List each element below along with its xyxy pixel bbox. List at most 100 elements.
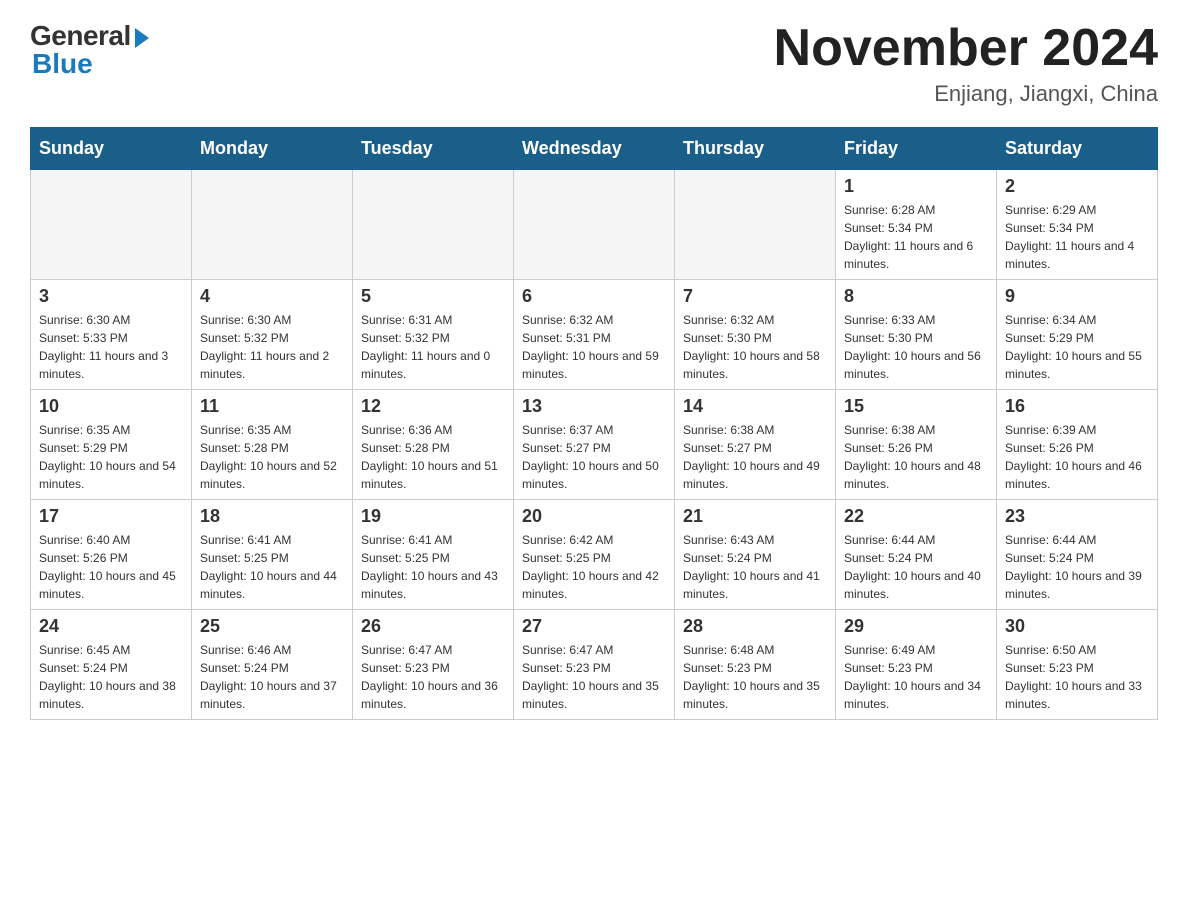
- day-number: 30: [1005, 616, 1149, 637]
- day-info: Sunrise: 6:28 AM Sunset: 5:34 PM Dayligh…: [844, 201, 988, 273]
- calendar-week-1: 1 Sunrise: 6:28 AM Sunset: 5:34 PM Daylig…: [31, 170, 1158, 280]
- day-number: 14: [683, 396, 827, 417]
- calendar-cell: 22Sunrise: 6:44 AM Sunset: 5:24 PM Dayli…: [836, 500, 997, 610]
- calendar-cell: [514, 170, 675, 280]
- day-info: Sunrise: 6:44 AM Sunset: 5:24 PM Dayligh…: [1005, 531, 1149, 603]
- day-number: 25: [200, 616, 344, 637]
- calendar-subtitle: Enjiang, Jiangxi, China: [774, 81, 1158, 107]
- calendar-cell: [353, 170, 514, 280]
- day-info: Sunrise: 6:35 AM Sunset: 5:29 PM Dayligh…: [39, 421, 183, 493]
- day-info: Sunrise: 6:49 AM Sunset: 5:23 PM Dayligh…: [844, 641, 988, 713]
- day-number: 2: [1005, 176, 1149, 197]
- calendar-cell: [192, 170, 353, 280]
- day-number: 18: [200, 506, 344, 527]
- calendar-cell: [31, 170, 192, 280]
- day-info: Sunrise: 6:33 AM Sunset: 5:30 PM Dayligh…: [844, 311, 988, 383]
- day-number: 1: [844, 176, 988, 197]
- calendar-cell: 25 Sunrise: 6:46 AM Sunset: 5:24 PM Dayli…: [192, 610, 353, 720]
- calendar-cell: [675, 170, 836, 280]
- day-number: 4: [200, 286, 344, 307]
- day-number: 26: [361, 616, 505, 637]
- day-info: Sunrise: 6:44 AM Sunset: 5:24 PM Dayligh…: [844, 531, 988, 603]
- logo: General Blue: [30, 20, 149, 80]
- calendar-cell: 15Sunrise: 6:38 AM Sunset: 5:26 PM Dayli…: [836, 390, 997, 500]
- day-number: 3: [39, 286, 183, 307]
- day-number: 27: [522, 616, 666, 637]
- calendar-cell: 6 Sunrise: 6:32 AM Sunset: 5:31 PM Daylig…: [514, 280, 675, 390]
- day-info: Sunrise: 6:46 AM Sunset: 5:24 PM Dayligh…: [200, 641, 344, 713]
- day-info: Sunrise: 6:29 AM Sunset: 5:34 PM Dayligh…: [1005, 201, 1149, 273]
- calendar-week-3: 10 Sunrise: 6:35 AM Sunset: 5:29 PM Dayli…: [31, 390, 1158, 500]
- calendar-cell: 17 Sunrise: 6:40 AM Sunset: 5:26 PM Dayli…: [31, 500, 192, 610]
- calendar-cell: 18 Sunrise: 6:41 AM Sunset: 5:25 PM Dayli…: [192, 500, 353, 610]
- day-info: Sunrise: 6:47 AM Sunset: 5:23 PM Dayligh…: [522, 641, 666, 713]
- day-info: Sunrise: 6:30 AM Sunset: 5:33 PM Dayligh…: [39, 311, 183, 383]
- calendar-cell: 20 Sunrise: 6:42 AM Sunset: 5:25 PM Dayli…: [514, 500, 675, 610]
- day-info: Sunrise: 6:38 AM Sunset: 5:26 PM Dayligh…: [844, 421, 988, 493]
- calendar-week-5: 24 Sunrise: 6:45 AM Sunset: 5:24 PM Dayli…: [31, 610, 1158, 720]
- day-info: Sunrise: 6:40 AM Sunset: 5:26 PM Dayligh…: [39, 531, 183, 603]
- day-info: Sunrise: 6:31 AM Sunset: 5:32 PM Dayligh…: [361, 311, 505, 383]
- calendar-cell: 9 Sunrise: 6:34 AM Sunset: 5:29 PM Daylig…: [997, 280, 1158, 390]
- day-info: Sunrise: 6:42 AM Sunset: 5:25 PM Dayligh…: [522, 531, 666, 603]
- calendar-cell: 19Sunrise: 6:41 AM Sunset: 5:25 PM Dayli…: [353, 500, 514, 610]
- calendar-table: SundayMondayTuesdayWednesdayThursdayFrid…: [30, 127, 1158, 720]
- day-info: Sunrise: 6:36 AM Sunset: 5:28 PM Dayligh…: [361, 421, 505, 493]
- day-info: Sunrise: 6:32 AM Sunset: 5:31 PM Dayligh…: [522, 311, 666, 383]
- day-info: Sunrise: 6:39 AM Sunset: 5:26 PM Dayligh…: [1005, 421, 1149, 493]
- calendar-cell: 14 Sunrise: 6:38 AM Sunset: 5:27 PM Dayli…: [675, 390, 836, 500]
- calendar-cell: 26 Sunrise: 6:47 AM Sunset: 5:23 PM Dayli…: [353, 610, 514, 720]
- day-info: Sunrise: 6:47 AM Sunset: 5:23 PM Dayligh…: [361, 641, 505, 713]
- day-info: Sunrise: 6:38 AM Sunset: 5:27 PM Dayligh…: [683, 421, 827, 493]
- day-number: 12: [361, 396, 505, 417]
- calendar-cell: 23 Sunrise: 6:44 AM Sunset: 5:24 PM Dayli…: [997, 500, 1158, 610]
- day-number: 23: [1005, 506, 1149, 527]
- calendar-title: November 2024: [774, 20, 1158, 77]
- weekday-header-thursday: Thursday: [675, 128, 836, 170]
- calendar-cell: 12 Sunrise: 6:36 AM Sunset: 5:28 PM Dayli…: [353, 390, 514, 500]
- day-info: Sunrise: 6:37 AM Sunset: 5:27 PM Dayligh…: [522, 421, 666, 493]
- weekday-header-monday: Monday: [192, 128, 353, 170]
- day-info: Sunrise: 6:34 AM Sunset: 5:29 PM Dayligh…: [1005, 311, 1149, 383]
- weekday-header-wednesday: Wednesday: [514, 128, 675, 170]
- day-number: 20: [522, 506, 666, 527]
- day-number: 8: [844, 286, 988, 307]
- day-info: Sunrise: 6:32 AM Sunset: 5:30 PM Dayligh…: [683, 311, 827, 383]
- day-info: Sunrise: 6:50 AM Sunset: 5:23 PM Dayligh…: [1005, 641, 1149, 713]
- day-info: Sunrise: 6:35 AM Sunset: 5:28 PM Dayligh…: [200, 421, 344, 493]
- day-number: 5: [361, 286, 505, 307]
- day-number: 10: [39, 396, 183, 417]
- day-number: 28: [683, 616, 827, 637]
- day-info: Sunrise: 6:45 AM Sunset: 5:24 PM Dayligh…: [39, 641, 183, 713]
- day-number: 29: [844, 616, 988, 637]
- weekday-header-friday: Friday: [836, 128, 997, 170]
- day-number: 24: [39, 616, 183, 637]
- calendar-cell: 10 Sunrise: 6:35 AM Sunset: 5:29 PM Dayli…: [31, 390, 192, 500]
- calendar-cell: 21 Sunrise: 6:43 AM Sunset: 5:24 PM Dayli…: [675, 500, 836, 610]
- calendar-cell: 13 Sunrise: 6:37 AM Sunset: 5:27 PM Dayli…: [514, 390, 675, 500]
- weekday-header-tuesday: Tuesday: [353, 128, 514, 170]
- calendar-cell: 29 Sunrise: 6:49 AM Sunset: 5:23 PM Dayli…: [836, 610, 997, 720]
- logo-blue-text: Blue: [32, 48, 93, 80]
- day-info: Sunrise: 6:30 AM Sunset: 5:32 PM Dayligh…: [200, 311, 344, 383]
- day-number: 6: [522, 286, 666, 307]
- day-number: 7: [683, 286, 827, 307]
- logo-arrow-icon: [135, 28, 149, 48]
- day-number: 17: [39, 506, 183, 527]
- day-info: Sunrise: 6:41 AM Sunset: 5:25 PM Dayligh…: [200, 531, 344, 603]
- day-number: 13: [522, 396, 666, 417]
- calendar-cell: 7 Sunrise: 6:32 AM Sunset: 5:30 PM Daylig…: [675, 280, 836, 390]
- calendar-cell: 3 Sunrise: 6:30 AM Sunset: 5:33 PM Daylig…: [31, 280, 192, 390]
- calendar-cell: 1 Sunrise: 6:28 AM Sunset: 5:34 PM Daylig…: [836, 170, 997, 280]
- calendar-cell: 8 Sunrise: 6:33 AM Sunset: 5:30 PM Daylig…: [836, 280, 997, 390]
- day-number: 16: [1005, 396, 1149, 417]
- header: General Blue November 2024 Enjiang, Jian…: [30, 20, 1158, 107]
- day-info: Sunrise: 6:48 AM Sunset: 5:23 PM Dayligh…: [683, 641, 827, 713]
- calendar-cell: 11Sunrise: 6:35 AM Sunset: 5:28 PM Dayli…: [192, 390, 353, 500]
- calendar-cell: 5 Sunrise: 6:31 AM Sunset: 5:32 PM Daylig…: [353, 280, 514, 390]
- day-number: 9: [1005, 286, 1149, 307]
- day-number: 21: [683, 506, 827, 527]
- calendar-cell: 2 Sunrise: 6:29 AM Sunset: 5:34 PM Daylig…: [997, 170, 1158, 280]
- calendar-week-2: 3 Sunrise: 6:30 AM Sunset: 5:33 PM Daylig…: [31, 280, 1158, 390]
- day-info: Sunrise: 6:43 AM Sunset: 5:24 PM Dayligh…: [683, 531, 827, 603]
